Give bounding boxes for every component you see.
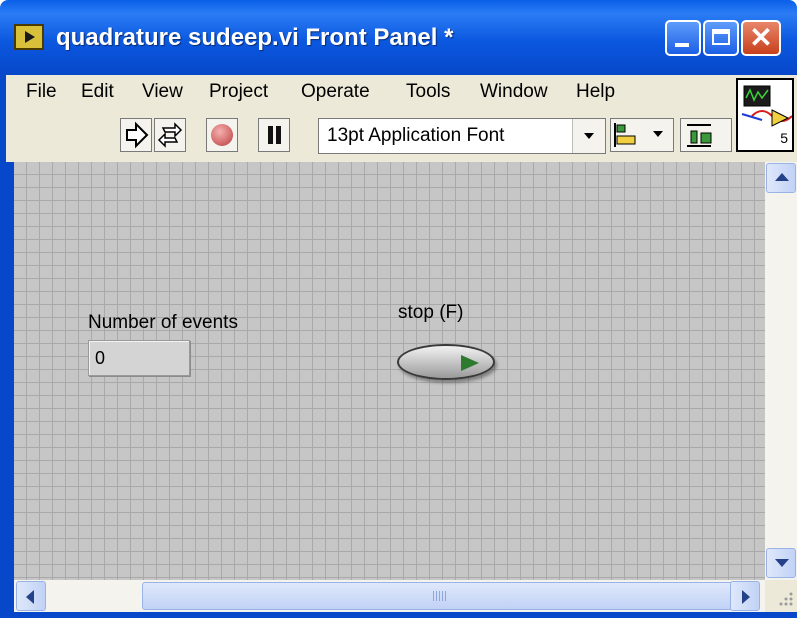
- align-objects-button[interactable]: [610, 118, 674, 152]
- scroll-right-button[interactable]: [730, 581, 760, 611]
- menu-help[interactable]: Help: [576, 81, 615, 103]
- grip-icon: [433, 591, 447, 601]
- vi-connector-icon[interactable]: 5: [736, 78, 794, 152]
- align-objects-icon: [614, 123, 663, 147]
- minimize-icon: [675, 43, 689, 47]
- abort-icon: [211, 124, 233, 146]
- chevron-right-icon: [742, 590, 750, 604]
- abort-execution-button[interactable]: [206, 118, 238, 152]
- menu-project[interactable]: Project: [209, 81, 268, 103]
- chevron-down-icon[interactable]: [572, 119, 605, 153]
- close-button[interactable]: ✕: [741, 20, 781, 56]
- chevron-down-icon: [775, 559, 789, 567]
- menu-operate[interactable]: Operate: [301, 81, 370, 103]
- distribute-objects-icon: [687, 124, 712, 147]
- scroll-left-button[interactable]: [16, 581, 46, 611]
- resize-grip[interactable]: [765, 580, 797, 612]
- stop-button-label: stop (F): [398, 302, 464, 323]
- labview-vi-icon[interactable]: [14, 24, 44, 50]
- minimize-button[interactable]: [665, 20, 701, 56]
- run-continuously-icon: [157, 122, 183, 148]
- resize-grip-icon: [779, 592, 793, 606]
- run-arrow-icon: [126, 121, 149, 149]
- menu-window[interactable]: Window: [480, 81, 548, 103]
- scroll-up-button[interactable]: [766, 163, 796, 193]
- menu-tools[interactable]: Tools: [406, 81, 450, 103]
- close-icon: ✕: [749, 22, 773, 53]
- numeric-indicator-value: 0: [95, 348, 106, 368]
- run-continuously-button[interactable]: [154, 118, 186, 152]
- number-of-events-indicator[interactable]: 0: [88, 340, 190, 376]
- horizontal-scroll-thumb[interactable]: [142, 582, 736, 610]
- maximize-icon: [712, 29, 730, 45]
- vi-icon-number: 5: [780, 130, 788, 146]
- font-select-value: 13pt Application Font: [327, 125, 505, 146]
- scroll-down-button[interactable]: [766, 548, 796, 578]
- stop-button[interactable]: [397, 344, 495, 380]
- menu-bar: File Edit View Project Operate Tools Win…: [6, 75, 732, 110]
- pause-button[interactable]: [258, 118, 290, 152]
- horizontal-scrollbar[interactable]: [14, 580, 765, 612]
- maximize-button[interactable]: [703, 20, 739, 56]
- window-title: quadrature sudeep.vi Front Panel *: [56, 24, 454, 51]
- title-bar[interactable]: quadrature sudeep.vi Front Panel * ✕: [0, 0, 797, 75]
- menu-view[interactable]: View: [142, 81, 183, 103]
- numeric-indicator-label: Number of events: [88, 312, 238, 333]
- distribute-objects-button[interactable]: [680, 118, 732, 152]
- chevron-up-icon: [775, 173, 789, 181]
- vertical-scrollbar[interactable]: [765, 162, 797, 580]
- menu-edit[interactable]: Edit: [81, 81, 114, 103]
- toolbar: 13pt Application Font: [6, 110, 732, 162]
- chevron-left-icon: [26, 590, 34, 604]
- menu-file[interactable]: File: [26, 81, 57, 103]
- stop-led-indicator-icon: [461, 355, 479, 371]
- text-settings-dropdown[interactable]: 13pt Application Font: [318, 118, 606, 154]
- run-button[interactable]: [120, 118, 152, 152]
